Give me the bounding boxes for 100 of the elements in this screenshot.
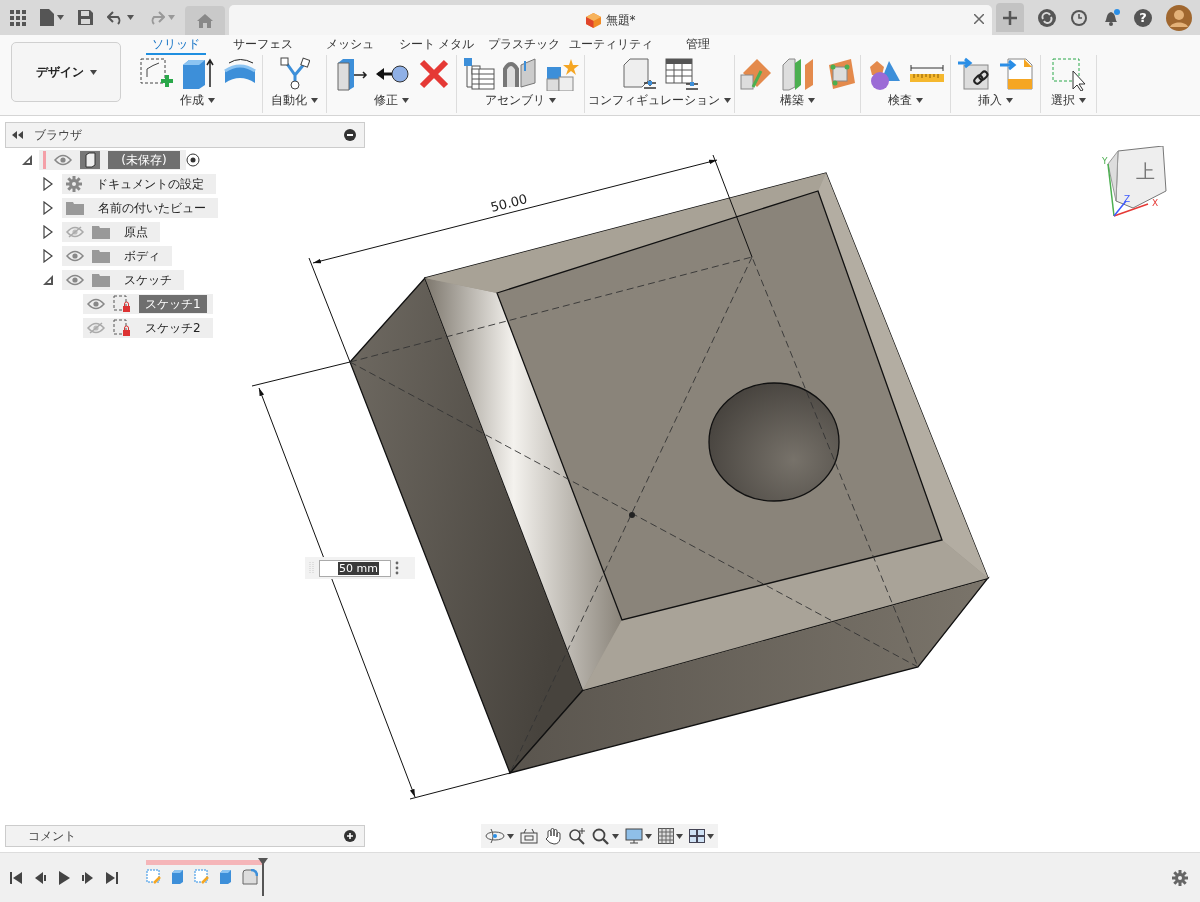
ruler-icon[interactable] — [908, 63, 945, 84]
expand-triangle-icon[interactable] — [43, 201, 53, 215]
grid-view-icon[interactable] — [658, 828, 674, 844]
eye-icon[interactable] — [66, 274, 84, 286]
expand-triangle-icon[interactable] — [43, 249, 53, 263]
branch-icon[interactable] — [279, 56, 310, 91]
file-icon[interactable] — [40, 9, 54, 26]
look-at-icon[interactable] — [520, 828, 538, 844]
first-icon[interactable] — [10, 871, 22, 884]
expand-triangle-icon[interactable] — [43, 177, 53, 191]
settings-icon[interactable] — [1172, 869, 1188, 886]
help-button[interactable]: ? — [1134, 8, 1152, 27]
caret-icon[interactable] — [612, 833, 619, 839]
group-label[interactable]: 修正 — [374, 92, 398, 109]
radio-icon[interactable] — [186, 153, 200, 167]
group-label[interactable]: コンフィギュレーション — [588, 92, 720, 109]
ribbon-tab[interactable]: メッシュ — [306, 36, 393, 55]
plus-icon[interactable] — [1003, 10, 1017, 25]
ribbon-tab[interactable]: プラスチック — [480, 36, 567, 55]
caret-icon[interactable] — [676, 833, 683, 839]
close-icon[interactable] — [974, 14, 984, 24]
zoom-icon[interactable] — [568, 827, 586, 845]
minus-circle-icon[interactable] — [344, 129, 356, 141]
next-icon[interactable] — [82, 871, 94, 884]
more-icon[interactable] — [395, 561, 399, 575]
caret-icon[interactable] — [549, 98, 556, 103]
caret-icon[interactable] — [208, 98, 215, 103]
sketch-icon — [113, 295, 131, 313]
tree-item[interactable]: (未保存) — [108, 151, 180, 169]
group-label[interactable]: 自動化 — [271, 92, 307, 109]
extrude-feature-icon[interactable] — [170, 868, 186, 885]
fillet-feature-icon[interactable] — [242, 868, 258, 885]
folder-icon — [66, 201, 84, 215]
collapse-triangle-icon[interactable] — [21, 154, 33, 166]
group-label[interactable]: アセンブリ — [485, 92, 545, 109]
eye-icon[interactable] — [54, 154, 72, 166]
extrude-feature-icon[interactable] — [218, 868, 234, 885]
caret-icon[interactable] — [724, 98, 731, 103]
caret-icon[interactable] — [402, 98, 409, 103]
folder-icon — [92, 225, 110, 239]
group-label[interactable]: 構築 — [780, 92, 804, 109]
document-title: 無題* — [605, 11, 636, 29]
dimension-input[interactable]: 50 mm — [319, 559, 391, 577]
ribbon-tab[interactable]: ソリッド — [146, 36, 206, 55]
group-label[interactable]: 選択 — [1051, 92, 1075, 109]
joint-icon[interactable] — [502, 56, 537, 91]
ribbon-tab[interactable]: 管理 — [654, 36, 741, 55]
caret-icon[interactable] — [1006, 98, 1013, 103]
document-tab[interactable]: 無題* — [229, 5, 992, 35]
plus-circle-icon[interactable] — [344, 830, 356, 842]
caret-icon[interactable] — [507, 833, 514, 839]
previous-icon[interactable] — [34, 871, 46, 884]
timeline-marker-icon[interactable] — [258, 857, 268, 896]
collapse-icon[interactable] — [12, 131, 24, 139]
cube-config-icon[interactable] — [621, 56, 656, 91]
orbit-icon[interactable] — [485, 827, 505, 845]
table-config-icon[interactable] — [663, 56, 698, 91]
pan-hand-icon[interactable] — [544, 827, 562, 845]
save-icon[interactable] — [78, 10, 93, 25]
avatar-icon[interactable] — [1166, 4, 1192, 31]
insert-link-icon[interactable] — [957, 56, 992, 91]
caret-icon[interactable] — [645, 833, 652, 839]
caret-icon[interactable] — [707, 833, 714, 839]
ribbon-tab[interactable]: サーフェス — [219, 36, 306, 55]
panel-title: ブラウザ — [34, 126, 83, 144]
ribbon-tab[interactable]: シート メタル — [393, 36, 480, 55]
expand-triangle-icon[interactable] — [43, 225, 53, 239]
monitor-icon[interactable] — [625, 828, 643, 844]
workspace-button[interactable]: デザイン — [11, 42, 121, 102]
delete-icon[interactable] — [417, 57, 450, 90]
ribbon-tab[interactable]: ユーティリティ — [567, 36, 654, 55]
caret-icon[interactable] — [808, 98, 815, 103]
play-icon[interactable] — [58, 870, 70, 885]
group-label[interactable]: 作成 — [180, 92, 204, 109]
plane-angle-icon[interactable] — [738, 56, 773, 91]
table-icon[interactable] — [462, 56, 495, 91]
eye-icon[interactable] — [87, 298, 105, 310]
sync-icon[interactable] — [1038, 8, 1056, 27]
collapse-triangle-icon[interactable] — [42, 274, 54, 286]
dimension-label[interactable]: 50.00 — [489, 191, 529, 215]
eye-icon[interactable] — [66, 250, 84, 262]
last-icon[interactable] — [106, 871, 118, 884]
insert-file-icon[interactable] — [999, 56, 1034, 91]
group-label[interactable]: 検査 — [888, 92, 912, 109]
clock-icon[interactable] — [1070, 8, 1088, 27]
caret-icon[interactable] — [311, 98, 318, 103]
viewports-icon[interactable] — [689, 829, 705, 843]
caret-icon[interactable] — [916, 98, 923, 103]
bell-icon[interactable] — [1102, 8, 1120, 27]
midplane-icon[interactable] — [780, 56, 815, 91]
caret-icon[interactable] — [57, 15, 64, 20]
tree-item[interactable]: スケッチ1 — [139, 295, 207, 313]
caret-icon[interactable] — [127, 15, 134, 20]
extrude-box-icon[interactable] — [180, 56, 215, 91]
select-box-icon[interactable] — [1050, 56, 1087, 91]
caret-icon[interactable] — [1079, 98, 1086, 103]
zoom-fit-icon[interactable] — [592, 827, 610, 845]
group-label[interactable]: 挿入 — [978, 92, 1002, 109]
caret-icon[interactable] — [89, 69, 97, 75]
grid-icon[interactable] — [10, 9, 26, 26]
